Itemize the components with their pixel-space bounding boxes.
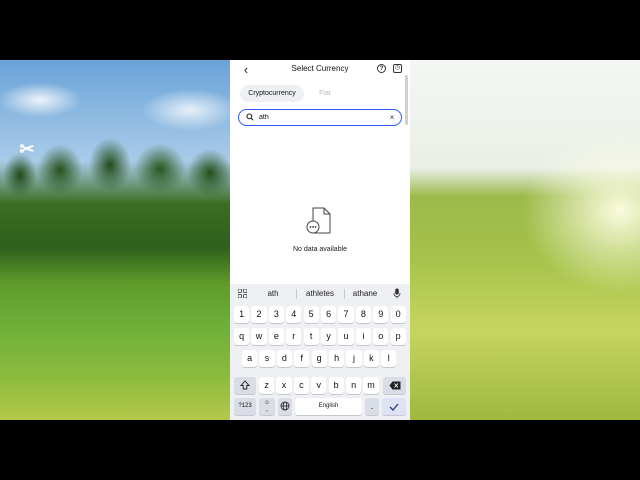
key-s[interactable]: s <box>259 350 275 367</box>
suggestion-divider <box>344 289 345 299</box>
emoji-icon: ☺ <box>263 400 271 406</box>
key-m[interactable]: m <box>363 377 379 394</box>
tab-cryptocurrency[interactable]: Cryptocurrency <box>240 85 304 102</box>
symbols-key[interactable]: ?123 <box>234 398 256 415</box>
space-key[interactable]: English <box>295 398 362 415</box>
key-p[interactable]: p <box>390 328 406 345</box>
suggestion-bar: ath athletes athane <box>230 284 410 304</box>
key-4[interactable]: 4 <box>286 306 302 323</box>
key-u[interactable]: u <box>338 328 354 345</box>
search-input[interactable] <box>259 112 379 123</box>
key-n[interactable]: n <box>346 377 362 394</box>
suggestion-3[interactable]: athane <box>346 289 384 299</box>
key-1[interactable]: 1 <box>234 306 250 323</box>
key-v[interactable]: v <box>311 377 327 394</box>
key-x[interactable]: x <box>276 377 292 394</box>
key-y[interactable]: y <box>321 328 337 345</box>
tab-fiat[interactable]: Fiat <box>313 85 337 102</box>
suggestion-2[interactable]: athletes <box>298 289 342 299</box>
phone-screen: ‹ Select Currency ? ◷ Cryptocurrency Fia… <box>230 60 410 420</box>
key-3[interactable]: 3 <box>268 306 284 323</box>
backspace-key[interactable] <box>383 377 406 394</box>
key-z[interactable]: z <box>259 377 275 394</box>
keyboard: ath athletes athane 1234567890 qwertyuio… <box>230 284 410 420</box>
key-2[interactable]: 2 <box>251 306 267 323</box>
language-key[interactable] <box>278 398 292 415</box>
backspace-icon <box>389 381 400 390</box>
key-b[interactable]: b <box>328 377 344 394</box>
empty-document-icon <box>306 207 331 234</box>
scrollbar[interactable] <box>405 75 408 125</box>
key-d[interactable]: d <box>276 350 292 367</box>
key-h[interactable]: h <box>329 350 345 367</box>
key-t[interactable]: t <box>303 328 319 345</box>
period-key[interactable]: . <box>365 398 379 415</box>
history-icon[interactable]: ◷ <box>393 64 402 73</box>
suggestion-1[interactable]: ath <box>256 289 290 299</box>
key-r[interactable]: r <box>286 328 302 345</box>
key-9[interactable]: 9 <box>373 306 389 323</box>
key-l[interactable]: l <box>381 350 397 367</box>
comma-label: , <box>266 407 268 413</box>
header: ‹ Select Currency ? ◷ <box>230 60 410 80</box>
search-icon <box>246 113 254 121</box>
key-w[interactable]: w <box>251 328 267 345</box>
key-o[interactable]: o <box>373 328 389 345</box>
key-f[interactable]: f <box>294 350 310 367</box>
key-i[interactable]: i <box>355 328 371 345</box>
clear-icon[interactable]: × <box>387 112 397 123</box>
back-arrow-icon[interactable]: ‹ <box>240 63 252 77</box>
microphone-icon[interactable] <box>393 288 401 299</box>
suggestion-divider <box>296 289 297 299</box>
page-title: Select Currency <box>291 64 349 73</box>
done-key[interactable] <box>382 398 406 415</box>
empty-state-message: No data available <box>292 246 348 253</box>
emoji-comma-key[interactable]: ☺ , <box>259 398 275 415</box>
currency-tabs: Cryptocurrency Fiat <box>238 85 398 103</box>
help-icon[interactable]: ? <box>377 64 386 73</box>
apps-grid-icon[interactable] <box>238 289 247 298</box>
key-c[interactable]: c <box>293 377 309 394</box>
shift-key[interactable] <box>234 377 256 394</box>
key-0[interactable]: 0 <box>390 306 406 323</box>
checkmark-icon <box>389 403 399 411</box>
search-box[interactable]: × <box>238 109 402 126</box>
shift-arrow-icon <box>239 380 251 390</box>
key-e[interactable]: e <box>268 328 284 345</box>
key-7[interactable]: 7 <box>338 306 354 323</box>
key-6[interactable]: 6 <box>321 306 337 323</box>
landscape-right <box>410 60 640 420</box>
key-a[interactable]: a <box>242 350 258 367</box>
landscape-left <box>0 60 230 420</box>
key-5[interactable]: 5 <box>303 306 319 323</box>
key-j[interactable]: j <box>346 350 362 367</box>
globe-icon <box>280 401 290 411</box>
key-q[interactable]: q <box>234 328 250 345</box>
capcut-logo-icon: ✂ <box>19 139 35 159</box>
key-8[interactable]: 8 <box>355 306 371 323</box>
key-g[interactable]: g <box>311 350 327 367</box>
key-k[interactable]: k <box>363 350 379 367</box>
